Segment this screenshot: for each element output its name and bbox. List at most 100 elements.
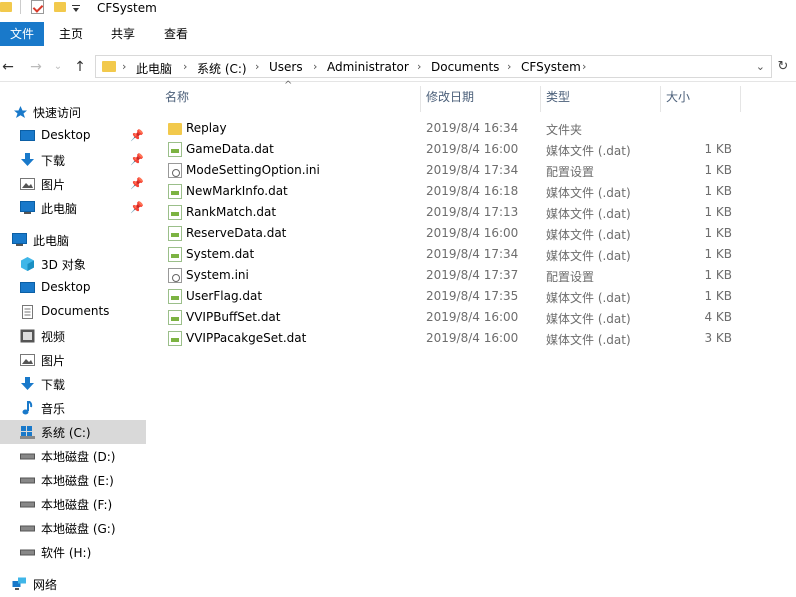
column-header-size[interactable]: 大小: [666, 88, 690, 105]
download-icon: [21, 377, 34, 390]
sidebar-item-music[interactable]: 音乐: [0, 396, 146, 420]
sidebar-item-pictures[interactable]: 图片: [0, 348, 146, 372]
pin-icon[interactable]: 📌: [130, 153, 144, 166]
column-divider[interactable]: [660, 86, 661, 112]
sidebar-item-network[interactable]: 网络: [0, 572, 146, 596]
breadcrumb-separator[interactable]: ›: [313, 60, 317, 73]
file-type: 媒体文件 (.dat): [546, 312, 631, 326]
properties-check-icon[interactable]: [31, 0, 44, 14]
sidebar-item-drive-d[interactable]: 本地磁盘 (D:): [0, 444, 146, 468]
file-row[interactable]: VVIPBuffSet.dat 2019/8/4 16:00 媒体文件 (.da…: [164, 307, 741, 328]
file-type: 文件夹: [546, 123, 583, 137]
file-row[interactable]: UserFlag.dat 2019/8/4 17:35 媒体文件 (.dat) …: [164, 286, 741, 307]
breadcrumb-separator[interactable]: ›: [122, 60, 126, 73]
file-type: 配置设置: [546, 165, 595, 179]
sidebar-item-pictures[interactable]: 图片 📌: [0, 172, 146, 196]
breadcrumb-separator[interactable]: ›: [582, 60, 586, 73]
new-folder-icon[interactable]: [54, 0, 66, 12]
file-date: 2019/8/4 17:34: [426, 247, 519, 261]
back-button[interactable]: ←: [0, 59, 16, 75]
sidebar-item-videos[interactable]: 视频: [0, 324, 146, 348]
sidebar-item-drive-g[interactable]: 本地磁盘 (G:): [0, 516, 146, 540]
sidebar-item-quick-access[interactable]: 快速访问: [0, 100, 146, 124]
3d-objects-icon: [21, 257, 34, 271]
sidebar-item-desktop[interactable]: Desktop 📌: [0, 124, 146, 148]
file-row[interactable]: ReserveData.dat 2019/8/4 16:00 媒体文件 (.da…: [164, 223, 741, 244]
file-name: System.ini: [186, 268, 249, 282]
tab-file[interactable]: 文件: [0, 22, 44, 46]
sidebar-item-drive-f[interactable]: 本地磁盘 (F:): [0, 492, 146, 516]
breadcrumb-separator[interactable]: ›: [183, 60, 187, 73]
breadcrumb-system-c[interactable]: 系统 (C:): [197, 60, 247, 77]
column-header-type[interactable]: 类型: [546, 88, 570, 105]
breadcrumb-this-pc[interactable]: 此电脑: [136, 60, 172, 77]
tab-home[interactable]: 主页: [52, 22, 90, 46]
pin-icon[interactable]: 📌: [130, 201, 144, 214]
file-name: Replay: [186, 121, 227, 135]
forward-button[interactable]: →: [28, 59, 44, 75]
file-name: GameData.dat: [186, 142, 274, 156]
breadcrumb-administrator[interactable]: Administrator: [327, 60, 409, 74]
recent-locations-button[interactable]: ⌄: [50, 59, 66, 75]
sidebar-item-label: 系统 (C:): [41, 426, 91, 440]
breadcrumb-separator[interactable]: ›: [507, 60, 511, 73]
file-row[interactable]: VVIPPacakgeSet.dat 2019/8/4 16:00 媒体文件 (…: [164, 328, 741, 349]
file-row[interactable]: RankMatch.dat 2019/8/4 17:13 媒体文件 (.dat)…: [164, 202, 741, 223]
file-name: RankMatch.dat: [186, 205, 277, 219]
file-row[interactable]: System.dat 2019/8/4 17:34 媒体文件 (.dat) 1 …: [164, 244, 741, 265]
breadcrumb-documents[interactable]: Documents: [431, 60, 499, 74]
file-date: 2019/8/4 17:35: [426, 289, 519, 303]
breadcrumb-cfsystem[interactable]: CFSystem: [521, 60, 581, 74]
breadcrumb-separator[interactable]: ›: [417, 60, 421, 73]
file-type: 配置设置: [546, 270, 595, 284]
sidebar-item-3d-objects[interactable]: 3D 对象: [0, 252, 146, 276]
customize-toolbar-icon[interactable]: [72, 5, 80, 13]
sidebar-item-documents[interactable]: Documents: [0, 300, 146, 324]
sidebar-item-system-c[interactable]: 系统 (C:): [0, 420, 146, 444]
sidebar-item-this-pc-quick[interactable]: 此电脑 📌: [0, 196, 146, 220]
dat-file-icon: [168, 184, 182, 199]
dat-file-icon: [168, 310, 182, 325]
file-size: 1 KB: [704, 226, 732, 240]
breadcrumb-users[interactable]: Users: [269, 60, 303, 74]
column-header-name[interactable]: 名称: [165, 88, 189, 105]
sidebar-item-desktop[interactable]: Desktop: [0, 276, 146, 300]
pin-icon[interactable]: 📌: [130, 129, 144, 142]
file-row[interactable]: System.ini 2019/8/4 17:37 配置设置 1 KB: [164, 265, 741, 286]
address-bar[interactable]: › 此电脑 › 系统 (C:) › Users › Administrator …: [95, 55, 772, 78]
file-row-replay[interactable]: Replay 2019/8/4 16:34 文件夹: [164, 118, 741, 139]
sidebar-item-drive-h[interactable]: 软件 (H:): [0, 540, 146, 564]
file-row[interactable]: NewMarkInfo.dat 2019/8/4 16:18 媒体文件 (.da…: [164, 181, 741, 202]
sidebar-item-this-pc[interactable]: 此电脑: [0, 228, 146, 252]
file-row[interactable]: ModeSettingOption.ini 2019/8/4 17:34 配置设…: [164, 160, 741, 181]
tab-share[interactable]: 共享: [104, 22, 142, 46]
file-date: 2019/8/4 17:37: [426, 268, 519, 282]
breadcrumb-separator[interactable]: ›: [255, 60, 259, 73]
column-divider[interactable]: [420, 86, 421, 112]
file-size: 3 KB: [704, 331, 732, 345]
file-type: 媒体文件 (.dat): [546, 333, 631, 347]
sidebar-item-downloads[interactable]: 下载 📌: [0, 148, 146, 172]
column-divider[interactable]: [540, 86, 541, 112]
folder-icon[interactable]: [0, 0, 12, 12]
sidebar-item-drive-e[interactable]: 本地磁盘 (E:): [0, 468, 146, 492]
address-dropdown-button[interactable]: ⌄: [756, 60, 765, 73]
file-name: VVIPBuffSet.dat: [186, 310, 281, 324]
network-icon: [12, 577, 26, 590]
file-date: 2019/8/4 16:00: [426, 310, 519, 324]
file-size: 4 KB: [704, 310, 732, 324]
sidebar-item-label: 图片: [41, 178, 66, 192]
sidebar-item-label: 网络: [33, 578, 58, 592]
tab-view[interactable]: 查看: [157, 22, 195, 46]
refresh-button[interactable]: ↻: [775, 59, 791, 75]
file-row[interactable]: GameData.dat 2019/8/4 16:00 媒体文件 (.dat) …: [164, 139, 741, 160]
star-icon: [14, 106, 27, 118]
column-divider[interactable]: [740, 86, 741, 112]
pin-icon[interactable]: 📌: [130, 177, 144, 190]
up-button[interactable]: ↑: [72, 59, 88, 75]
file-name: ModeSettingOption.ini: [186, 163, 320, 177]
dat-file-icon: [168, 247, 182, 262]
column-header-date[interactable]: 修改日期: [426, 88, 474, 105]
dat-file-icon: [168, 289, 182, 304]
sidebar-item-downloads[interactable]: 下载: [0, 372, 146, 396]
